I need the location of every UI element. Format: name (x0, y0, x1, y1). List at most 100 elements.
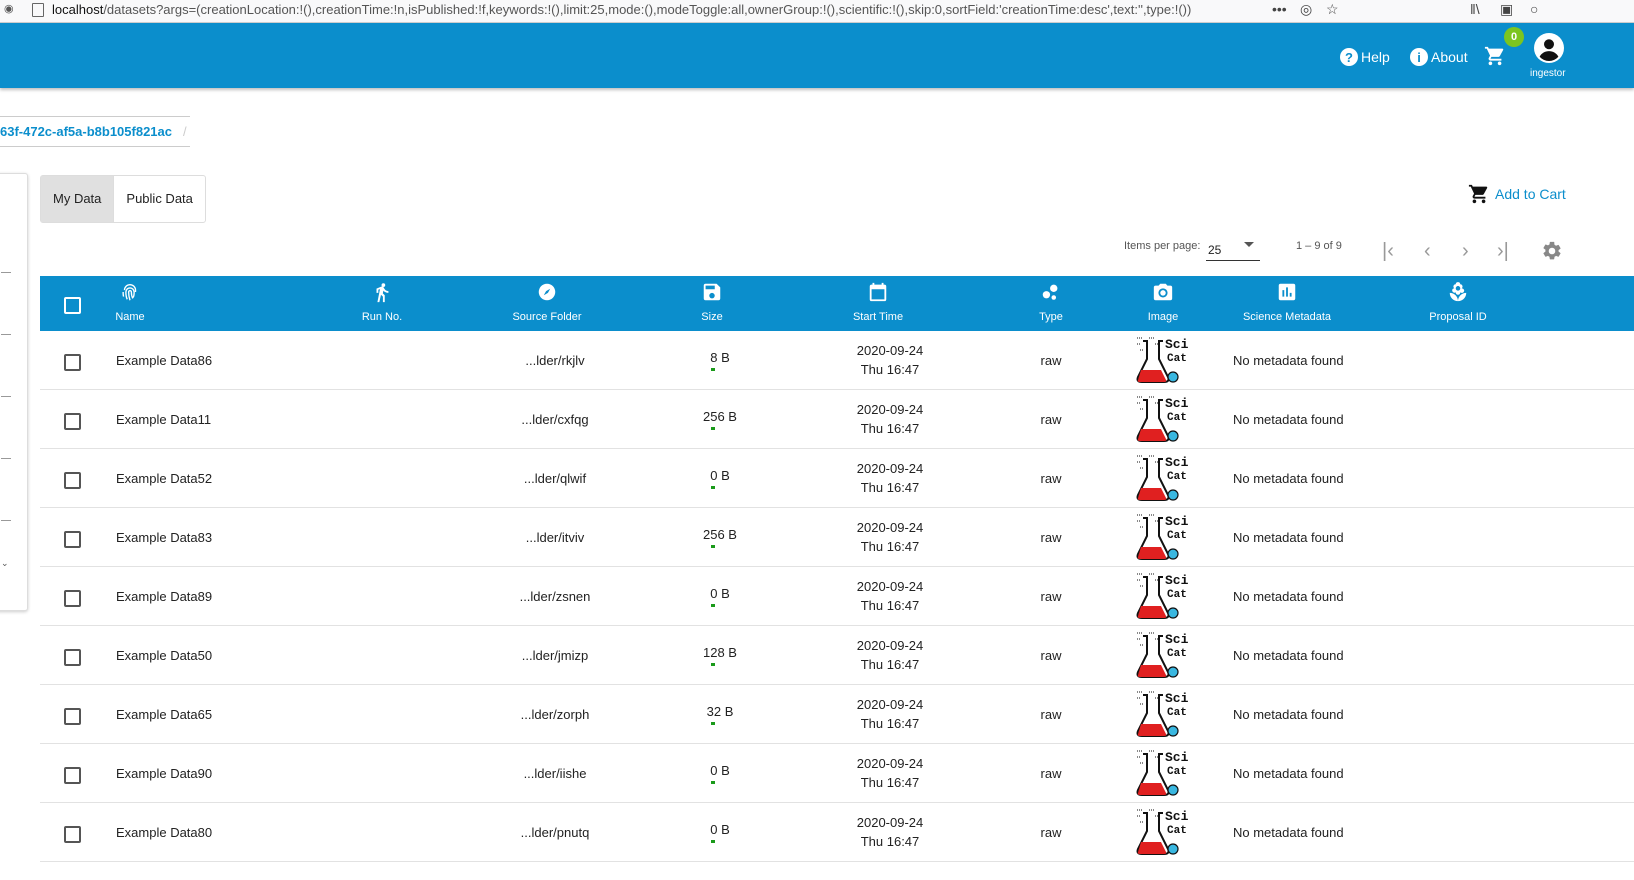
size-value: 0 B (710, 467, 730, 483)
column-source-folder[interactable]: Source Folder (497, 276, 597, 331)
chart-icon (1278, 283, 1296, 301)
svg-text:Cat: Cat (1167, 530, 1187, 542)
pocket-icon[interactable]: ◎ (1300, 1, 1312, 18)
star-icon[interactable]: ☆ (1326, 1, 1339, 18)
help-link[interactable]: ? Help (1340, 48, 1390, 66)
source-folder: ...lder/iishe (523, 765, 587, 781)
table-row[interactable]: Example Data83 ...lder/itviv 256 B 2020-… (40, 508, 1634, 567)
start-time: 2020-09-24 Thu 16:47 (850, 331, 930, 389)
filter-side-panel[interactable]: ⌄ (0, 173, 28, 611)
filter-divider (1, 334, 11, 335)
start-day-time: Thu 16:47 (860, 539, 920, 554)
user-menu[interactable]: ingestor (1530, 33, 1566, 79)
source-folder: ...lder/rkjlv (525, 352, 585, 368)
scicat-thumbnail[interactable]: Sci Cat (1135, 331, 1195, 389)
table-row[interactable]: Example Data50 ...lder/jmizp 128 B 2020-… (40, 626, 1634, 685)
column-proposal-id[interactable]: Proposal ID (1418, 276, 1498, 331)
row-checkbox[interactable] (64, 826, 81, 843)
help-label: Help (1361, 49, 1390, 65)
row-checkbox[interactable] (64, 708, 81, 725)
scicat-thumbnail[interactable]: Sci Cat (1135, 685, 1195, 743)
table-row[interactable]: Example Data89 ...lder/zsnen 0 B 2020-09… (40, 567, 1634, 626)
column-run-no[interactable]: Run No. (352, 276, 412, 331)
table-row[interactable]: Example Data11 ...lder/cxfqg 256 B 2020-… (40, 390, 1634, 449)
next-page-icon[interactable]: › (1462, 240, 1469, 263)
size-bar (711, 603, 715, 607)
row-checkbox[interactable] (64, 531, 81, 548)
dataset-type: raw (1040, 529, 1062, 545)
science-metadata: No metadata found (1233, 588, 1344, 604)
scicat-logo-icon: Sci Cat (1136, 396, 1189, 442)
row-checkbox[interactable] (64, 767, 81, 784)
account-icon[interactable]: ○ (1530, 1, 1538, 17)
column-type[interactable]: Type (1031, 276, 1071, 331)
scicat-thumbnail[interactable]: Sci Cat (1135, 626, 1195, 684)
page-size-select[interactable]: 25 (1206, 238, 1260, 261)
scicat-thumbnail[interactable]: Sci Cat (1135, 567, 1195, 625)
cart-button[interactable] (1484, 45, 1506, 72)
table-row[interactable]: Example Data52 ...lder/qlwif 0 B 2020-09… (40, 449, 1634, 508)
gear-icon[interactable] (1541, 240, 1563, 262)
row-checkbox[interactable] (64, 413, 81, 430)
select-all-checkbox[interactable] (64, 297, 81, 314)
row-checkbox[interactable] (64, 354, 81, 371)
column-science-metadata[interactable]: Science Metadata (1237, 276, 1337, 331)
scicat-thumbnail[interactable]: Sci Cat (1135, 803, 1195, 861)
last-page-icon[interactable]: ›| (1497, 240, 1509, 263)
breadcrumb-separator: / (183, 124, 187, 139)
dataset-name: Example Data50 (116, 647, 213, 663)
scicat-thumbnail[interactable]: Sci Cat (1135, 744, 1195, 802)
svg-text:Sci: Sci (1165, 632, 1189, 647)
sidebar-icon[interactable]: ▣ (1500, 1, 1513, 18)
start-time: 2020-09-24 Thu 16:47 (850, 390, 930, 448)
url-text[interactable]: localhost/datasets?args=(creationLocatio… (52, 2, 1191, 17)
size-value: 8 B (710, 349, 730, 365)
svg-text:Sci: Sci (1165, 396, 1189, 411)
browser-url-bar: ◉ localhost/datasets?args=(creationLocat… (0, 0, 1634, 23)
row-checkbox[interactable] (64, 649, 81, 666)
column-size[interactable]: Size (692, 276, 732, 331)
svg-text:Sci: Sci (1165, 514, 1189, 529)
source-folder: ...lder/jmizp (521, 647, 589, 663)
column-image[interactable]: Image (1143, 276, 1183, 331)
dataset-type: raw (1040, 765, 1062, 781)
start-time: 2020-09-24 Thu 16:47 (850, 685, 930, 743)
chevron-down-icon[interactable]: ⌄ (1, 558, 9, 569)
dataset-name: Example Data11 (116, 411, 212, 427)
dataset-name: Example Data52 (116, 470, 213, 486)
row-checkbox[interactable] (64, 472, 81, 489)
dataset-size: 0 B (680, 803, 760, 861)
my-data-toggle[interactable]: My Data (41, 176, 114, 222)
table-row[interactable]: Example Data80 ...lder/pnutq 0 B 2020-09… (40, 803, 1634, 862)
public-data-toggle[interactable]: Public Data (113, 176, 204, 222)
science-metadata: No metadata found (1233, 765, 1344, 781)
dataset-name: Example Data83 (116, 529, 213, 545)
dataset-type: raw (1040, 470, 1062, 486)
about-link[interactable]: i About (1410, 48, 1468, 66)
previous-page-icon[interactable]: ‹ (1424, 240, 1431, 263)
library-icon[interactable]: ‖\ (1470, 1, 1480, 17)
scicat-thumbnail[interactable]: Sci Cat (1135, 449, 1195, 507)
add-to-cart-button[interactable]: Add to Cart (1468, 183, 1566, 205)
start-date: 2020-09-24 (856, 343, 924, 358)
table-row[interactable]: Example Data86 ...lder/rkjlv 8 B 2020-09… (40, 331, 1634, 390)
scicat-thumbnail[interactable]: Sci Cat (1135, 508, 1195, 566)
table-row[interactable]: Example Data90 ...lder/iishe 0 B 2020-09… (40, 744, 1634, 803)
start-day-time: Thu 16:47 (860, 834, 920, 849)
breadcrumb-item[interactable]: 63f-472c-af5a-b8b105f821ac (0, 124, 172, 139)
size-bar (711, 426, 715, 430)
scicat-logo-icon: Sci Cat (1136, 337, 1189, 383)
row-checkbox[interactable] (64, 590, 81, 607)
table-row[interactable]: Example Data65 ...lder/zorph 32 B 2020-0… (40, 685, 1634, 744)
size-bar (711, 662, 715, 666)
start-day-time: Thu 16:47 (860, 598, 920, 613)
filter-divider (1, 458, 11, 459)
column-name[interactable]: Name (110, 276, 150, 331)
scicat-thumbnail[interactable]: Sci Cat (1135, 390, 1195, 448)
column-start-time[interactable]: Start Time (842, 276, 914, 331)
more-icon[interactable]: ••• (1272, 1, 1287, 17)
scicat-logo-icon: Sci Cat (1136, 750, 1189, 796)
start-day-time: Thu 16:47 (860, 775, 920, 790)
first-page-icon[interactable]: |‹ (1382, 240, 1394, 263)
dataset-type: raw (1040, 588, 1062, 604)
